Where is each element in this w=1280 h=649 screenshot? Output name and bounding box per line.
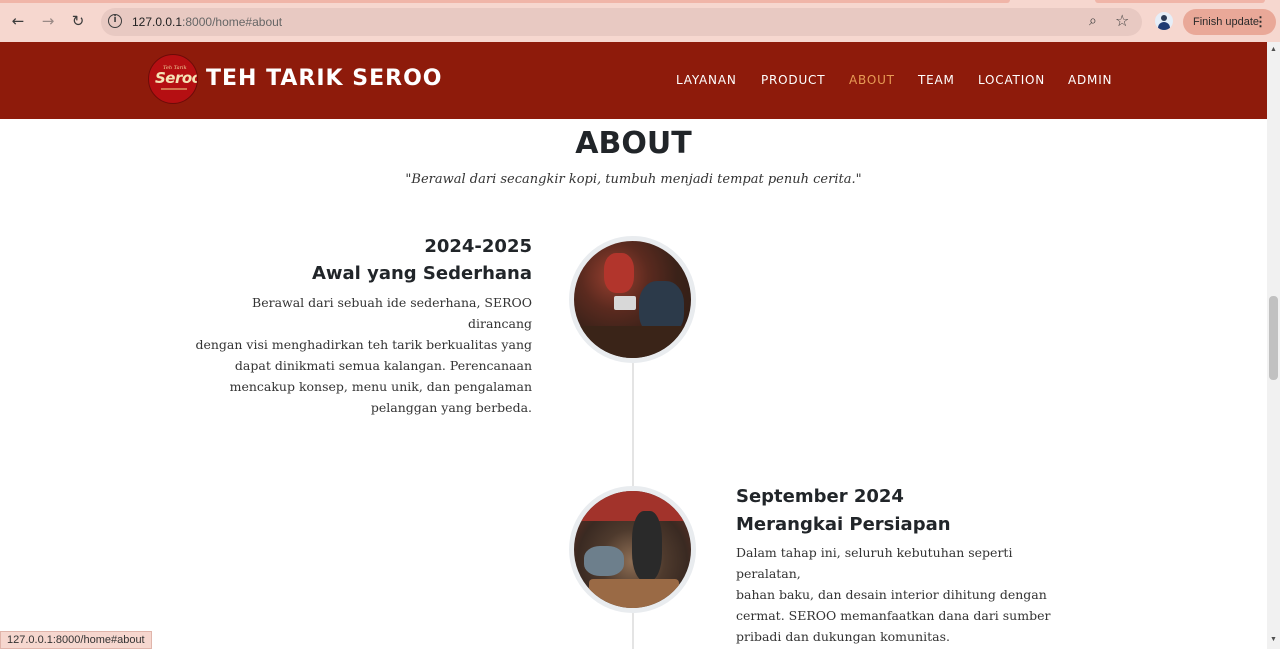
page-scrollbar[interactable]: ▲ ▼ bbox=[1267, 42, 1280, 649]
timeline-text-line: Berawal dari sebuah ide sederhana, SEROO… bbox=[252, 295, 532, 331]
timeline-photo-preparation bbox=[569, 486, 696, 613]
scroll-up-arrow-icon[interactable]: ▲ bbox=[1270, 46, 1277, 53]
active-tab-edge bbox=[0, 0, 1010, 3]
timeline-text-line: pelanggan yang berbeda. bbox=[370, 400, 532, 415]
timeline-text-line: pribadi dan dukungan komunitas. bbox=[736, 629, 951, 644]
nav-layanan[interactable]: LAYANAN bbox=[676, 73, 737, 87]
address-bar[interactable]: i 127.0.0.1:8000/home#about ⌕ ☆ bbox=[101, 8, 1142, 36]
timeline-text-line: mencakup konsep, menu unik, dan pengalam… bbox=[229, 379, 532, 394]
about-title: ABOUT bbox=[575, 126, 692, 161]
timeline-text-line: bahan baku, dan desain interior dihitung… bbox=[736, 587, 1047, 602]
timeline-description: Berawal dari sebuah ide sederhana, SEROO… bbox=[190, 292, 532, 418]
logo-text: Seroo. bbox=[155, 69, 197, 87]
site-title[interactable]: TEH TARIK SEROO bbox=[206, 66, 442, 91]
timeline-year: September 2024 bbox=[736, 486, 904, 507]
timeline-text-line: dapat dinikmati semua kalangan. Perencan… bbox=[234, 358, 532, 373]
timeline-text-line: cermat. SEROO memanfaatkan dana dari sum… bbox=[736, 608, 1051, 623]
timeline-year: 2024-2025 bbox=[424, 236, 532, 257]
about-subtitle: "Berawal dari secangkir kopi, tumbuh men… bbox=[405, 172, 862, 187]
nav-team[interactable]: TEAM bbox=[918, 73, 955, 87]
timeline-heading: Awal yang Sederhana bbox=[311, 263, 532, 284]
tab-strip bbox=[0, 0, 1280, 4]
more-menu-icon[interactable]: ⋮ bbox=[1254, 9, 1267, 35]
nav-product[interactable]: PRODUCT bbox=[761, 73, 825, 87]
finish-update-button[interactable]: Finish update ⋮ bbox=[1183, 9, 1276, 35]
scroll-down-arrow-icon[interactable]: ▼ bbox=[1270, 636, 1277, 643]
url-path: :8000/home#about bbox=[182, 15, 283, 29]
avatar-body bbox=[1158, 22, 1170, 30]
profile-avatar[interactable] bbox=[1155, 12, 1173, 30]
timeline-heading: Merangkai Persiapan bbox=[736, 514, 951, 535]
site-info-icon[interactable]: i bbox=[108, 14, 122, 28]
timeline-description: Dalam tahap ini, seluruh kebutuhan seper… bbox=[736, 542, 1066, 647]
inactive-tab-edge bbox=[1095, 0, 1265, 3]
brand-logo[interactable]: Teh Tarik Seroo. bbox=[148, 54, 198, 104]
site-navbar: Teh Tarik Seroo. TEH TARIK SEROO LAYANAN… bbox=[0, 42, 1267, 119]
address-url[interactable]: 127.0.0.1:8000/home#about bbox=[132, 15, 282, 29]
back-arrow-icon[interactable]: ← bbox=[8, 11, 28, 31]
timeline-photo-planning bbox=[569, 236, 696, 363]
finish-update-label: Finish update bbox=[1193, 16, 1260, 28]
timeline-text-line: Dalam tahap ini, seluruh kebutuhan seper… bbox=[736, 545, 1013, 581]
url-host: 127.0.0.1 bbox=[132, 15, 183, 29]
scrollbar-thumb[interactable] bbox=[1269, 296, 1278, 380]
status-bar-url: 127.0.0.1:8000/home#about bbox=[0, 631, 152, 649]
logo-underline bbox=[161, 88, 187, 90]
nav-location[interactable]: LOCATION bbox=[978, 73, 1045, 87]
nav-admin[interactable]: ADMIN bbox=[1068, 73, 1112, 87]
nav-about[interactable]: ABOUT bbox=[849, 73, 895, 87]
reload-icon[interactable]: ↻ bbox=[68, 11, 88, 31]
zoom-icon[interactable]: ⌕ bbox=[1089, 13, 1097, 29]
timeline-text-line: dengan visi menghadirkan teh tarik berku… bbox=[195, 337, 532, 352]
browser-toolbar: ← → ↻ i 127.0.0.1:8000/home#about ⌕ ☆ Fi… bbox=[0, 0, 1280, 42]
bookmark-star-icon[interactable]: ☆ bbox=[1115, 11, 1129, 30]
forward-arrow-icon[interactable]: → bbox=[38, 11, 58, 31]
avatar-head bbox=[1161, 15, 1167, 21]
